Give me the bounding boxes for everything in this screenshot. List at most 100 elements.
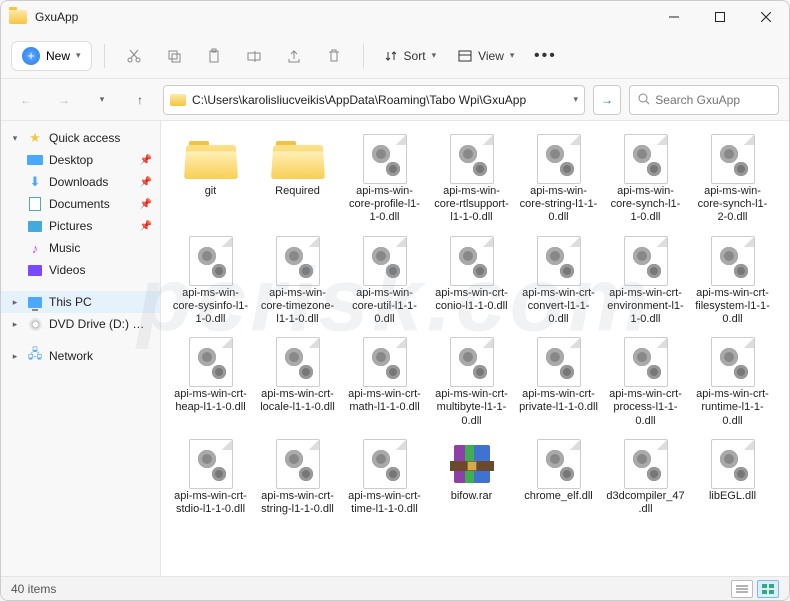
folder-icon: [184, 139, 238, 179]
search-icon: [638, 93, 649, 106]
file-item[interactable]: api-ms-win-crt-private-l1-1-0.dll: [517, 334, 600, 432]
file-label: api-ms-win-crt-private-l1-1-0.dll: [519, 388, 598, 414]
cut-icon[interactable]: [117, 41, 151, 71]
chevron-right-icon[interactable]: ▸: [9, 297, 21, 308]
search-input[interactable]: [655, 93, 770, 107]
sidebar-item-desktop[interactable]: Desktop📌: [1, 149, 160, 171]
dll-icon: [450, 236, 494, 286]
file-item[interactable]: api-ms-win-crt-conio-l1-1-0.dll: [430, 233, 513, 331]
dll-icon: [537, 236, 581, 286]
sort-button[interactable]: Sort ▾: [376, 45, 445, 67]
file-item[interactable]: api-ms-win-crt-string-l1-1-0.dll: [256, 436, 339, 520]
recent-button[interactable]: ▾: [87, 85, 117, 115]
titlebar[interactable]: GxuApp: [1, 1, 789, 33]
file-item[interactable]: api-ms-win-core-sysinfo-l1-1-0.dll: [169, 233, 252, 331]
dll-icon: [711, 236, 755, 286]
file-item[interactable]: chrome_elf.dll: [517, 436, 600, 520]
file-list[interactable]: gitRequiredapi-ms-win-core-profile-l1-1-…: [161, 121, 789, 576]
sidebar-item-pictures[interactable]: Pictures📌: [1, 215, 160, 237]
file-item[interactable]: api-ms-win-core-rtlsupport-l1-1-0.dll: [430, 131, 513, 229]
chevron-down-icon[interactable]: ▾: [9, 133, 21, 144]
chevron-right-icon[interactable]: ▸: [9, 319, 21, 330]
file-item[interactable]: api-ms-win-crt-convert-l1-1-0.dll: [517, 233, 600, 331]
file-item[interactable]: api-ms-win-core-timezone-l1-1-0.dll: [256, 233, 339, 331]
sidebar-network[interactable]: ▸ 🖧 Network: [1, 345, 160, 367]
details-view-button[interactable]: [731, 580, 753, 598]
maximize-button[interactable]: [697, 1, 743, 33]
file-item[interactable]: api-ms-win-crt-math-l1-1-0.dll: [343, 334, 426, 432]
dll-icon: [711, 337, 755, 387]
file-item[interactable]: api-ms-win-core-util-l1-1-0.dll: [343, 233, 426, 331]
file-label: api-ms-win-core-timezone-l1-1-0.dll: [258, 287, 337, 327]
file-item[interactable]: api-ms-win-crt-environment-l1-1-0.dll: [604, 233, 687, 331]
sidebar-dvd-drive[interactable]: ▸ DVD Drive (D:) CCCOMA: [1, 313, 160, 335]
file-item[interactable]: api-ms-win-core-synch-l1-2-0.dll: [691, 131, 774, 229]
view-label: View: [478, 49, 504, 63]
documents-icon: [29, 197, 41, 211]
file-item[interactable]: Required: [256, 131, 339, 229]
search-box[interactable]: [629, 85, 779, 115]
pictures-icon: [28, 221, 42, 232]
up-button[interactable]: ↑: [125, 85, 155, 115]
window-controls: [651, 1, 789, 33]
file-item[interactable]: api-ms-win-crt-multibyte-l1-1-0.dll: [430, 334, 513, 432]
minimize-button[interactable]: [651, 1, 697, 33]
file-label: api-ms-win-core-synch-l1-1-0.dll: [606, 185, 685, 225]
address-box[interactable]: ▾: [163, 85, 585, 115]
dll-icon: [363, 236, 407, 286]
sidebar-item-videos[interactable]: Videos: [1, 259, 160, 281]
file-item[interactable]: d3dcompiler_47.dll: [604, 436, 687, 520]
file-item[interactable]: api-ms-win-crt-locale-l1-1-0.dll: [256, 334, 339, 432]
chevron-down-icon[interactable]: ▾: [573, 94, 578, 105]
file-item[interactable]: api-ms-win-crt-stdio-l1-1-0.dll: [169, 436, 252, 520]
file-label: api-ms-win-crt-time-l1-1-0.dll: [345, 490, 424, 516]
dll-icon: [189, 236, 233, 286]
dll-icon: [624, 236, 668, 286]
close-button[interactable]: [743, 1, 789, 33]
copy-icon[interactable]: [157, 41, 191, 71]
file-item[interactable]: api-ms-win-crt-heap-l1-1-0.dll: [169, 334, 252, 432]
paste-icon[interactable]: [197, 41, 231, 71]
file-label: api-ms-win-crt-process-l1-1-0.dll: [606, 388, 685, 428]
sidebar-quick-access[interactable]: ▾ ★ Quick access: [1, 127, 160, 149]
network-icon: 🖧: [27, 348, 43, 364]
forward-button[interactable]: →: [49, 85, 79, 115]
explorer-window: GxuApp + New ▾ Sort ▾ View ▾ •••: [0, 0, 790, 601]
file-label: api-ms-win-core-string-l1-1-0.dll: [519, 185, 598, 225]
more-button[interactable]: •••: [528, 41, 562, 71]
file-label: api-ms-win-crt-environment-l1-1-0.dll: [606, 287, 685, 327]
sidebar-item-music[interactable]: ♪ Music: [1, 237, 160, 259]
file-item[interactable]: bifow.rar: [430, 436, 513, 520]
file-item[interactable]: api-ms-win-core-synch-l1-1-0.dll: [604, 131, 687, 229]
file-item[interactable]: api-ms-win-crt-filesystem-l1-1-0.dll: [691, 233, 774, 331]
file-label: api-ms-win-crt-runtime-l1-1-0.dll: [693, 388, 772, 428]
icons-view-button[interactable]: [757, 580, 779, 598]
file-item[interactable]: libEGL.dll: [691, 436, 774, 520]
view-button[interactable]: View ▾: [450, 45, 522, 67]
dll-icon: [363, 134, 407, 184]
file-item[interactable]: api-ms-win-core-string-l1-1-0.dll: [517, 131, 600, 229]
file-item[interactable]: api-ms-win-crt-time-l1-1-0.dll: [343, 436, 426, 520]
new-button[interactable]: + New ▾: [11, 41, 92, 71]
dll-icon: [450, 134, 494, 184]
delete-icon[interactable]: [317, 41, 351, 71]
file-label: api-ms-win-crt-stdio-l1-1-0.dll: [171, 490, 250, 516]
share-icon[interactable]: [277, 41, 311, 71]
address-bar: ← → ▾ ↑ ▾ →: [1, 79, 789, 121]
videos-icon: [28, 265, 42, 276]
sidebar-label: Quick access: [49, 131, 152, 145]
sidebar-item-documents[interactable]: Documents📌: [1, 193, 160, 215]
pin-icon: 📌: [140, 221, 152, 232]
back-button[interactable]: ←: [11, 85, 41, 115]
file-label: api-ms-win-core-rtlsupport-l1-1-0.dll: [432, 185, 511, 225]
file-item[interactable]: api-ms-win-crt-runtime-l1-1-0.dll: [691, 334, 774, 432]
chevron-right-icon[interactable]: ▸: [9, 351, 21, 362]
address-input[interactable]: [192, 93, 567, 107]
rename-icon[interactable]: [237, 41, 271, 71]
file-item[interactable]: api-ms-win-core-profile-l1-1-0.dll: [343, 131, 426, 229]
go-button[interactable]: →: [593, 85, 621, 115]
file-item[interactable]: git: [169, 131, 252, 229]
file-item[interactable]: api-ms-win-crt-process-l1-1-0.dll: [604, 334, 687, 432]
sidebar-this-pc[interactable]: ▸ This PC: [1, 291, 160, 313]
sidebar-item-downloads[interactable]: ⬇ Downloads📌: [1, 171, 160, 193]
